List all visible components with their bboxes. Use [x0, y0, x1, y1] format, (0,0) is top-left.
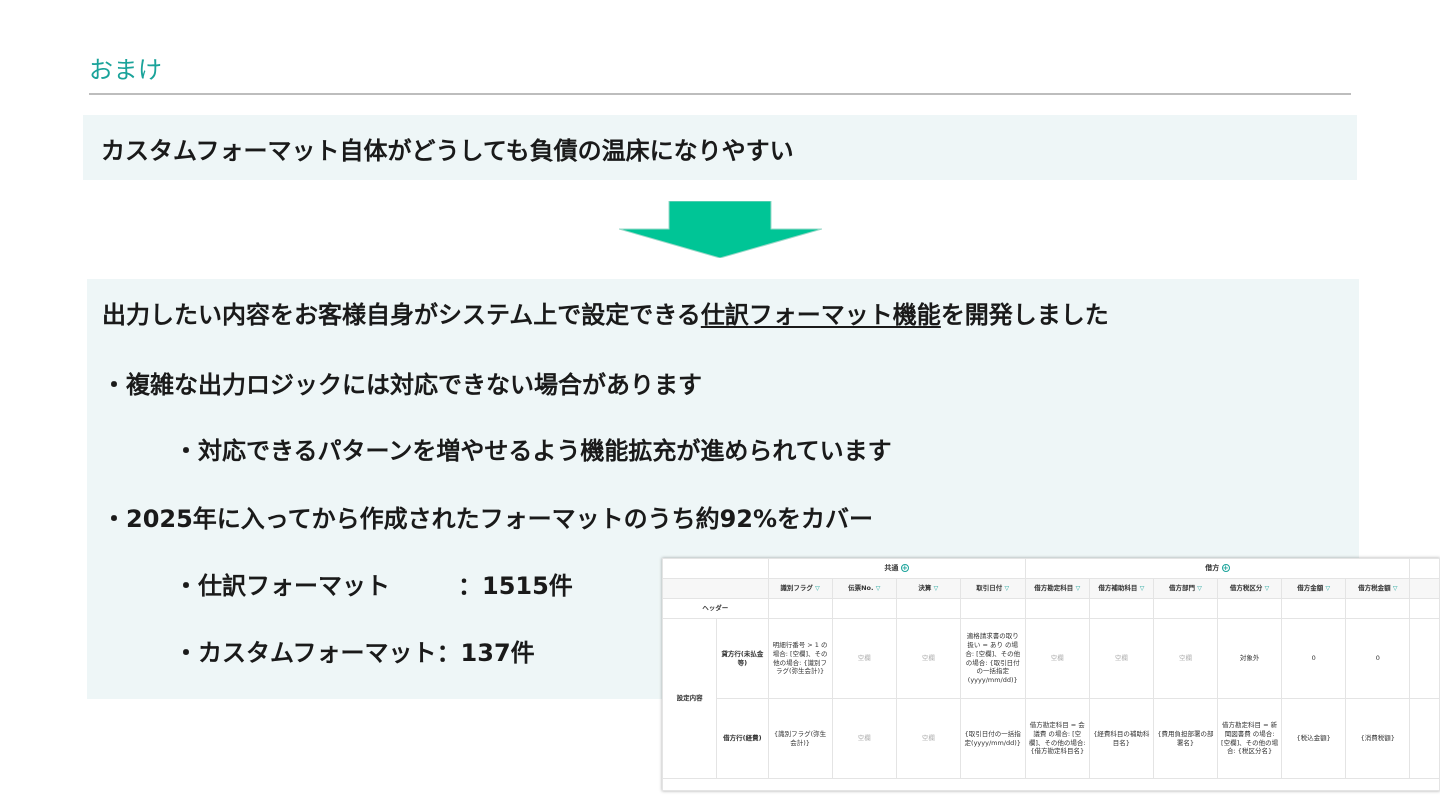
column-header[interactable]: 借方勘定科目 ▽	[1024, 578, 1090, 599]
stat-custom-format: ・カスタムフォーマット：137件	[174, 633, 535, 668]
solution-text-post: を開発しました	[940, 301, 1109, 329]
column-header[interactable]: 識別フラグ ▽	[767, 578, 833, 599]
solution-text-pre: 出力したい内容をお客様自身がシステム上で設定できる	[102, 301, 701, 329]
table-cell[interactable]: 空欄	[1152, 618, 1218, 699]
add-column-icon[interactable]: +	[1221, 563, 1230, 572]
table-cell[interactable]: 空欄	[895, 618, 961, 699]
table-cell[interactable]: 空欄	[831, 618, 897, 699]
table-cell[interactable]: 明細行番号 > 1 の場合: [空欄]、その他の場合: {識別フラグ(弥生会計)…	[767, 618, 833, 699]
format-settings-table: 共通 + 借方 + 識別フラグ ▽ 伝票No. ▽ 決算 ▽ 取引日付 ▽ 借方…	[662, 558, 1440, 791]
solution-feature-link[interactable]: 仕訳フォーマット機能	[701, 301, 941, 329]
table-cell[interactable]: 0	[1345, 618, 1411, 699]
row-label: 貸方行(未払金等)	[716, 618, 769, 699]
filter-icon[interactable]: ▽	[1265, 585, 1270, 592]
table-cell[interactable]: {税込金額}	[1281, 698, 1347, 779]
column-header[interactable]: 決算 ▽	[895, 578, 961, 599]
stat-journal-format-value: ：1515件	[458, 572, 573, 600]
bullet-coverage: ・2025年に入ってから作成されたフォーマットのうち約92%をカバー	[102, 505, 874, 533]
filter-icon[interactable]: ▽	[876, 585, 881, 592]
table-cell[interactable]: 適格請求書の取り扱い = あり の場合: [空欄]、その他の場合: {取引日付の…	[959, 618, 1026, 699]
table-cell[interactable]: 0	[1281, 618, 1347, 699]
table-cell[interactable]: {経費科目の補助科目名}	[1088, 698, 1154, 779]
section-label: 設定内容	[662, 618, 718, 779]
table-cell[interactable]: {費用負担部署の部署名}	[1152, 698, 1218, 779]
down-arrow-icon	[619, 201, 822, 258]
filter-icon[interactable]: ▽	[1197, 585, 1202, 592]
slide-title: おまけ	[89, 56, 163, 84]
table-cell[interactable]: 空欄	[895, 698, 961, 779]
filter-icon[interactable]: ▽	[1393, 585, 1398, 592]
stat-custom-format-label: ・カスタムフォーマット	[174, 639, 437, 667]
filter-icon[interactable]: ▽	[1326, 585, 1331, 592]
table-cell[interactable]: 借方勘定科目 = 会議費 の場合: [空欄]、その他の場合: {借方勘定科目名}	[1024, 698, 1090, 779]
table-cell[interactable]: 借方勘定科目 = 新聞図書費 の場合: [空欄]、その他の場合: {税区分名}	[1216, 698, 1283, 779]
filter-icon[interactable]: ▽	[1005, 585, 1010, 592]
group-header-debit: 借方 +	[1024, 558, 1411, 579]
table-cell[interactable]: {識別フラグ(弥生会計)}	[767, 698, 833, 779]
stat-journal-format: ・仕訳フォーマット ：1515件	[174, 566, 573, 601]
bullet-limitation-sub: ・対応できるパターンを増やせるよう機能拡充が進められています	[174, 437, 892, 465]
filter-icon[interactable]: ▽	[1076, 585, 1081, 592]
table-cell[interactable]: 空欄	[1088, 618, 1154, 699]
filter-icon[interactable]: ▽	[1140, 585, 1145, 592]
column-header[interactable]: 借方税区分 ▽	[1216, 578, 1283, 599]
row-label: 借方行(経費)	[716, 698, 769, 779]
filter-icon[interactable]: ▽	[815, 585, 820, 592]
table-screenshot: 共通 + 借方 + 識別フラグ ▽ 伝票No. ▽ 決算 ▽ 取引日付 ▽ 借方…	[662, 558, 1440, 791]
add-column-icon[interactable]: +	[900, 563, 909, 572]
header-row-label: ヘッダー	[662, 598, 769, 619]
solution-heading: 出力したい内容をお客様自身がシステム上で設定できる仕訳フォーマット機能を開発しま…	[102, 295, 1109, 330]
problem-box: カスタムフォーマット自体がどうしても負債の温床になりやすい	[83, 115, 1357, 180]
table-cell[interactable]: 対象外	[1216, 618, 1283, 699]
table-cell[interactable]: {取引日付の一括指定(yyyy/mm/dd)}	[959, 698, 1026, 779]
filter-icon[interactable]: ▽	[934, 585, 939, 592]
column-header[interactable]: 伝票No. ▽	[831, 578, 897, 599]
title-divider	[89, 93, 1351, 95]
table-row: 借方行(経費) {識別フラグ(弥生会計)} 空欄 空欄 {取引日付の一括指定(y…	[663, 698, 1440, 779]
table-cell[interactable]: {消費税額}	[1345, 698, 1411, 779]
column-header[interactable]: 借方金額 ▽	[1281, 578, 1347, 599]
column-header[interactable]: 借方部門 ▽	[1152, 578, 1218, 599]
table-cell[interactable]: 空欄	[831, 698, 897, 779]
bullet-limitation: ・複雑な出力ロジックには対応できない場合があります	[102, 371, 702, 399]
problem-text: カスタムフォーマット自体がどうしても負債の温床になりやすい	[101, 137, 794, 165]
column-header[interactable]: 取引日付 ▽	[959, 578, 1026, 599]
table-row: 設定内容 貸方行(未払金等) 明細行番号 > 1 の場合: [空欄]、その他の場…	[662, 618, 1440, 779]
stat-custom-format-value: ：137件	[436, 639, 535, 667]
group-header-common: 共通 +	[767, 558, 1026, 579]
column-header[interactable]: 借方税金額 ▽	[1345, 578, 1411, 599]
table-cell[interactable]: 空欄	[1024, 618, 1090, 699]
stat-journal-format-label: ・仕訳フォーマット	[174, 572, 390, 600]
column-header[interactable]: 借方補助科目 ▽	[1088, 578, 1154, 599]
